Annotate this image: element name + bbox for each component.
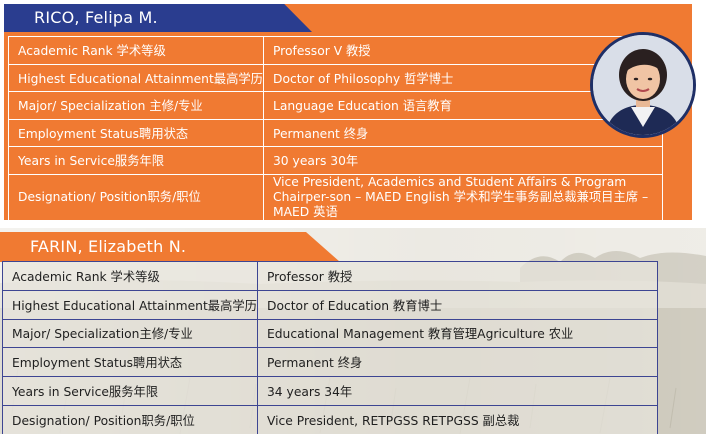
person-photo-icon [590, 32, 696, 138]
profile-table: Academic Rank 学术等级 Professor 教授 Highest … [2, 261, 659, 434]
row-label: Years in Service服务年限 [8, 146, 264, 175]
row-label: Employment Status聘用状态 [2, 347, 258, 378]
row-value: Professor 教授 [256, 261, 659, 291]
table-row: Employment Status聘用状态 Permanent 终身 [2, 347, 659, 378]
row-value: Educational Management 教育管理Agriculture 农… [256, 318, 659, 349]
row-value: Vice President, Academics and Student Af… [262, 173, 664, 221]
row-label: Academic Rank 学术等级 [8, 36, 264, 65]
profile-name: RICO, Felipa M. [34, 8, 158, 27]
row-label: Academic Rank 学术等级 [2, 261, 258, 291]
table-row: Academic Rank 学术等级 Professor V 教授 [8, 36, 664, 65]
row-value: 34 years 34年 [256, 376, 659, 406]
row-value: Permanent 终身 [262, 118, 664, 147]
table-row: Major/ Specialization 主修/专业 Language Edu… [8, 91, 664, 120]
table-row: Years in Service服务年限 34 years 34年 [2, 376, 659, 406]
row-label: Major/ Specialization 主修/专业 [8, 91, 264, 120]
table-row: Academic Rank 学术等级 Professor 教授 [2, 261, 659, 291]
table-row: Major/ Specialization主修/专业 Educational M… [2, 318, 659, 349]
row-value: Doctor of Education 教育博士 [256, 289, 659, 320]
row-value: Permanent 终身 [256, 347, 659, 378]
profile-name: FARIN, Elizabeth N. [30, 237, 187, 256]
row-label: Years in Service服务年限 [2, 376, 258, 406]
row-label: Highest Educational Attainment最高学历 [8, 63, 264, 92]
row-label: Designation/ Position职务/职位 [2, 404, 258, 434]
table-row: Highest Educational Attainment最高学历 Docto… [2, 289, 659, 320]
table-row: Years in Service服务年限 30 years 30年 [8, 146, 664, 175]
profile-card-farin: FARIN, Elizabeth N. Academic Rank 学术等级 P… [0, 228, 706, 434]
table-row: Designation/ Position职务/职位 Vice Presiden… [8, 173, 664, 221]
table-row: Designation/ Position职务/职位 Vice Presiden… [2, 404, 659, 434]
row-value: 30 years 30年 [262, 146, 664, 175]
row-label: Designation/ Position职务/职位 [8, 173, 264, 221]
profile-card-rico: RICO, Felipa M. Academic Rank 学术等级 Profe… [0, 0, 706, 222]
row-label: Highest Educational Attainment最高学历 [2, 289, 258, 320]
row-value: Vice President, RETPGSS RETPGSS 副总裁 [256, 404, 659, 434]
row-label: Major/ Specialization主修/专业 [2, 318, 258, 349]
row-label: Employment Status聘用状态 [8, 118, 264, 147]
table-row: Employment Status聘用状态 Permanent 终身 [8, 118, 664, 147]
table-row: Highest Educational Attainment最高学历 Docto… [8, 63, 664, 92]
profile-table: Academic Rank 学术等级 Professor V 教授 Highes… [8, 36, 664, 221]
